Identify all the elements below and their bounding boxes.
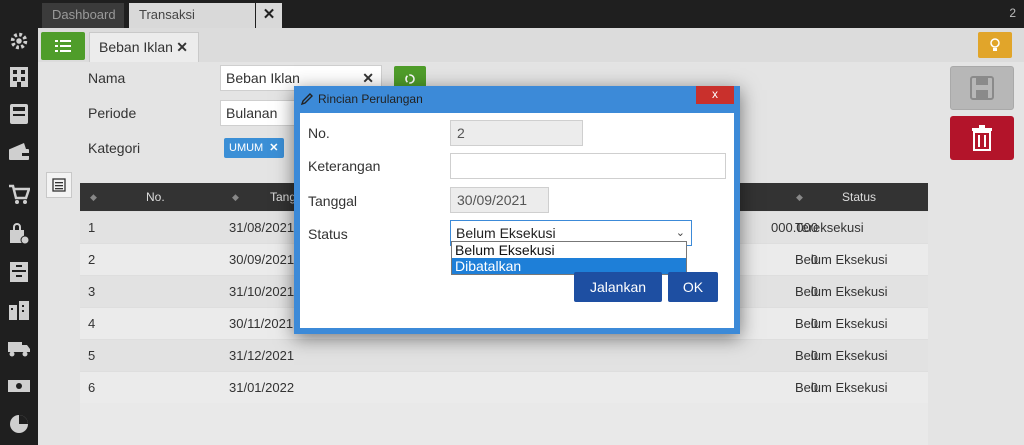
header-tanggal[interactable]: Tang — [270, 183, 296, 211]
kategori-chip-label: UMUM — [229, 142, 264, 154]
tanggal-field: 30/09/2021 — [450, 187, 549, 213]
document-tab[interactable]: Beban Iklan ✕ — [89, 32, 199, 62]
keterangan-field[interactable] — [450, 153, 726, 179]
pencil-icon — [300, 93, 313, 106]
cart-icon[interactable] — [6, 181, 32, 207]
refresh-icon — [405, 74, 415, 84]
table-icon — [52, 178, 66, 192]
tab-close-icon[interactable]: ✕ — [256, 3, 282, 28]
kategori-chip[interactable]: UMUM ✕ — [224, 138, 284, 158]
cell-no: 2 — [88, 252, 96, 267]
header-no[interactable]: No. — [146, 183, 165, 211]
building-icon[interactable] — [6, 64, 32, 90]
chip-close-icon[interactable]: ✕ — [269, 142, 278, 154]
gear-icon[interactable] — [6, 28, 32, 54]
truck-icon[interactable] — [6, 335, 32, 361]
no-field: 2 — [450, 120, 583, 146]
periode-value: Bulanan — [226, 105, 278, 121]
cell-no: 5 — [88, 348, 96, 363]
tip-button[interactable] — [978, 32, 1012, 58]
cell-no: 6 — [88, 380, 96, 395]
rincian-perulangan-dialog: Rincian Perulangan x No. 2 Keterangan Ta… — [294, 86, 740, 334]
bag-icon[interactable] — [6, 221, 32, 247]
cell-status: Belum Eksekusi — [795, 252, 888, 267]
status-option-belum-eksekusi[interactable]: Belum Eksekusi — [452, 242, 686, 258]
cell-tanggal: 30/11/2021 — [229, 316, 294, 331]
list-icon — [55, 40, 71, 52]
status-dropdown: Belum Eksekusi Dibatalkan — [451, 241, 687, 275]
dialog-title: Rincian Perulangan — [318, 92, 423, 106]
list-view-button[interactable] — [41, 32, 85, 60]
nama-label: Nama — [88, 70, 126, 86]
cell-no: 1 — [88, 220, 96, 235]
cell-status: Belum Eksekusi — [795, 316, 888, 331]
dialog-body: No. 2 Keterangan Tanggal 30/09/2021 Stat… — [300, 113, 734, 328]
cell-status: Belum Eksekusi — [795, 348, 888, 363]
no-label: No. — [308, 125, 330, 141]
jalankan-button[interactable]: Jalankan — [574, 272, 662, 302]
header-status[interactable]: Status — [842, 183, 876, 211]
cell-tanggal: 31/12/2021 — [229, 348, 295, 363]
cell-no: 4 — [88, 316, 96, 331]
calculator-icon[interactable] — [6, 101, 32, 127]
trash-icon — [972, 125, 992, 151]
top-bar: Dashboard Transaksi Berulang ✕ 2 — [0, 0, 1024, 46]
nama-value: Beban Iklan — [226, 70, 300, 86]
tab-counter: 2 — [1009, 6, 1016, 20]
tab-dashboard[interactable]: Dashboard — [42, 3, 124, 28]
dialog-close-button[interactable]: x — [696, 86, 734, 104]
cell-tanggal: 31/08/2021 — [229, 220, 295, 235]
wallet-icon[interactable] — [6, 138, 32, 164]
cash-icon[interactable] — [6, 373, 32, 399]
close-icon[interactable]: ✕ — [176, 33, 188, 62]
tanggal-label: Tanggal — [308, 193, 358, 209]
archive-icon[interactable] — [6, 259, 32, 285]
cell-status: Belum Eksekusi — [795, 380, 888, 395]
cell-tanggal: 31/10/2021 — [229, 284, 295, 299]
save-button[interactable] — [950, 66, 1014, 110]
chart-pie-icon[interactable] — [6, 411, 32, 437]
status-select-value: Belum Eksekusi — [456, 225, 556, 241]
cell-no: 3 — [88, 284, 96, 299]
cell-tanggal: 31/01/2022 — [229, 380, 295, 395]
periode-field[interactable]: Bulanan — [220, 100, 300, 126]
table-view-button[interactable] — [46, 172, 72, 198]
cell-tanggal: 30/09/2021 — [229, 252, 295, 267]
kategori-label: Kategori — [88, 140, 141, 156]
lightbulb-icon — [990, 38, 1000, 51]
tab-transaksi-berulang[interactable]: Transaksi Berulang — [129, 3, 255, 46]
document-tab-label: Beban Iklan — [99, 39, 173, 55]
cell-status: Belum Eksekusi — [795, 284, 888, 299]
buildings-icon[interactable] — [6, 297, 32, 323]
delete-button[interactable] — [950, 116, 1014, 160]
cell-status: Tereksekusi — [795, 220, 864, 235]
sort-icon[interactable]: ◆ — [796, 183, 803, 211]
sidebar — [0, 28, 38, 445]
keterangan-label: Keterangan — [308, 158, 381, 174]
ok-button[interactable]: OK — [668, 272, 718, 302]
sort-icon[interactable]: ◆ — [232, 183, 239, 211]
save-icon — [970, 76, 994, 100]
status-label: Status — [308, 226, 348, 242]
sort-icon[interactable]: ◆ — [90, 183, 97, 211]
table-row[interactable]: 6 31/01/2022 0 Belum Eksekusi — [80, 371, 928, 403]
periode-label: Periode — [88, 105, 137, 121]
table-row[interactable]: 5 31/12/2021 0 Belum Eksekusi — [80, 339, 928, 371]
